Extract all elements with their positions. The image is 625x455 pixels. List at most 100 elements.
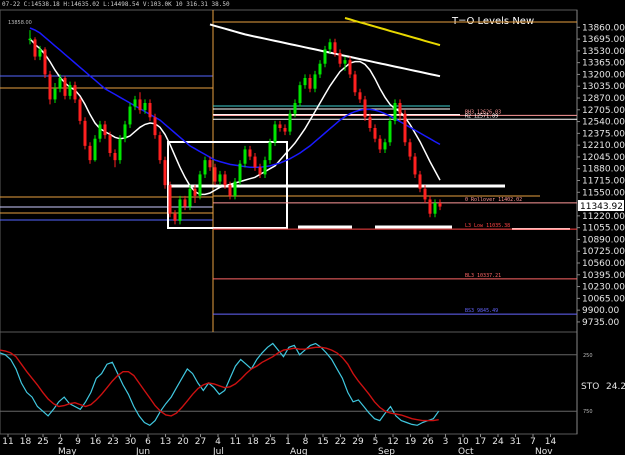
candle	[288, 110, 292, 136]
candle	[128, 103, 132, 128]
date-tick-label: 29	[352, 437, 364, 447]
date-tick-label: 9	[75, 437, 81, 447]
date-tick-label: 4	[215, 437, 221, 447]
price-tick-label: 9735.00	[582, 318, 619, 328]
date-tick-label: 7	[530, 437, 536, 447]
candle	[153, 113, 157, 139]
month-label: May	[58, 447, 77, 455]
date-tick-label: 25	[265, 437, 276, 447]
date-tick-label: 27	[195, 437, 206, 447]
price-tick-label: 12705.00	[582, 106, 625, 116]
candle	[238, 160, 242, 186]
price-tick-label: 11880.00	[582, 165, 625, 175]
date-tick-label: 11	[230, 437, 241, 447]
date-tick-label: 11	[2, 437, 13, 447]
price-tick-label: 12375.00	[582, 129, 625, 139]
date-tick-label: 18	[247, 437, 259, 447]
price-tick-label: 12870.00	[582, 94, 625, 104]
date-tick-label: 25	[37, 437, 48, 447]
price-tick-label: 13530.00	[582, 47, 625, 57]
date-tick-label: 26	[422, 437, 434, 447]
date-tick-label: 8	[303, 437, 309, 447]
level-line-label: R2 12571.89	[465, 113, 498, 119]
month-label: Nov	[535, 447, 553, 455]
price-tick-label: 13035.00	[582, 82, 625, 92]
price-tick-label: 12045.00	[582, 153, 625, 163]
candle	[48, 70, 52, 105]
candle	[298, 81, 302, 107]
candle	[393, 99, 397, 125]
date-tick-label: 31	[510, 437, 521, 447]
date-tick-label: 13	[160, 437, 171, 447]
current-price-label: 11343.92	[580, 202, 623, 212]
date-tick-label: 20	[177, 437, 189, 447]
candle	[43, 47, 47, 78]
date-tick-label: 22	[335, 437, 346, 447]
level-line-label: 0 Rollover 11402.02	[465, 197, 522, 203]
price-tick-label: 9900.00	[582, 306, 619, 316]
date-tick-label: 30	[125, 437, 137, 447]
month-label: Aug	[290, 447, 308, 455]
date-tick-label: 18	[20, 437, 32, 447]
candle	[353, 70, 357, 96]
price-tick-label: 13365.00	[582, 59, 625, 69]
price-tick-label: 12540.00	[582, 118, 625, 128]
month-label: Oct	[458, 447, 474, 455]
date-tick-label: 19	[405, 437, 417, 447]
date-tick-label: 10	[457, 437, 469, 447]
stochastic-ref-label: 250	[583, 353, 593, 359]
date-tick-label: 1	[285, 437, 291, 447]
candle	[78, 97, 82, 125]
price-tick-label: 12210.00	[582, 141, 625, 151]
date-tick-label: 23	[107, 437, 118, 447]
candle	[273, 120, 277, 146]
level-line-label: L3 Low 11035.38	[465, 223, 510, 229]
candle	[93, 135, 97, 162]
candle	[413, 153, 417, 178]
price-tick-label: 11220.00	[582, 212, 625, 222]
chart-header: 07-22 C:14538.18 H:14635.02 L:14498.54 V…	[2, 1, 230, 8]
date-tick-label: 14	[545, 437, 557, 447]
price-tick-label: 10065.00	[582, 294, 625, 304]
price-tick-label: 13200.00	[582, 70, 625, 80]
stochastic-ref-label: 750	[583, 409, 593, 415]
date-tick-label: 17	[475, 437, 486, 447]
candle	[388, 117, 392, 146]
stochastic-value: 24.2	[606, 382, 625, 392]
price-tick-label: 13695.00	[582, 35, 625, 45]
candle	[188, 185, 192, 211]
date-tick-label: 24	[492, 437, 504, 447]
candle	[163, 156, 167, 189]
price-tick-label: 11550.00	[582, 188, 625, 198]
price-tick-label: 10725.00	[582, 247, 625, 257]
price-tick-label: 10890.00	[582, 235, 625, 245]
price-tick-label: 11715.00	[582, 177, 625, 187]
candle	[363, 95, 367, 121]
candle	[268, 138, 272, 164]
candle	[118, 135, 122, 164]
candle	[403, 110, 407, 146]
level-line-label: BL3 10337.21	[465, 273, 501, 279]
stochastic-label: STO	[581, 382, 599, 392]
candle	[168, 181, 172, 218]
date-tick-label: 15	[317, 437, 328, 447]
level-line-label: BS3 9845.49	[465, 308, 498, 314]
date-tick-label: 3	[443, 437, 449, 447]
date-tick-label: 12	[387, 437, 398, 447]
reference-value-label: 13858.00	[8, 20, 32, 26]
month-label: Sep	[378, 447, 395, 455]
price-tick-label: 10230.00	[582, 283, 625, 293]
price-tick-label: 10560.00	[582, 259, 625, 269]
candle	[198, 170, 202, 200]
date-tick-label: 5	[373, 437, 379, 447]
month-label: Jul	[212, 447, 224, 455]
price-tick-label: 11055.00	[582, 224, 625, 234]
candle	[108, 131, 112, 157]
date-tick-label: 16	[90, 437, 102, 447]
date-tick-label: 6	[145, 437, 151, 447]
candle	[178, 195, 182, 225]
date-tick-label: 2	[58, 437, 64, 447]
stock-chart: 07-22 C:14538.18 H:14635.02 L:14498.54 V…	[0, 0, 625, 455]
price-tick-label: 13860.00	[582, 23, 625, 33]
month-label: Jun	[135, 447, 150, 455]
